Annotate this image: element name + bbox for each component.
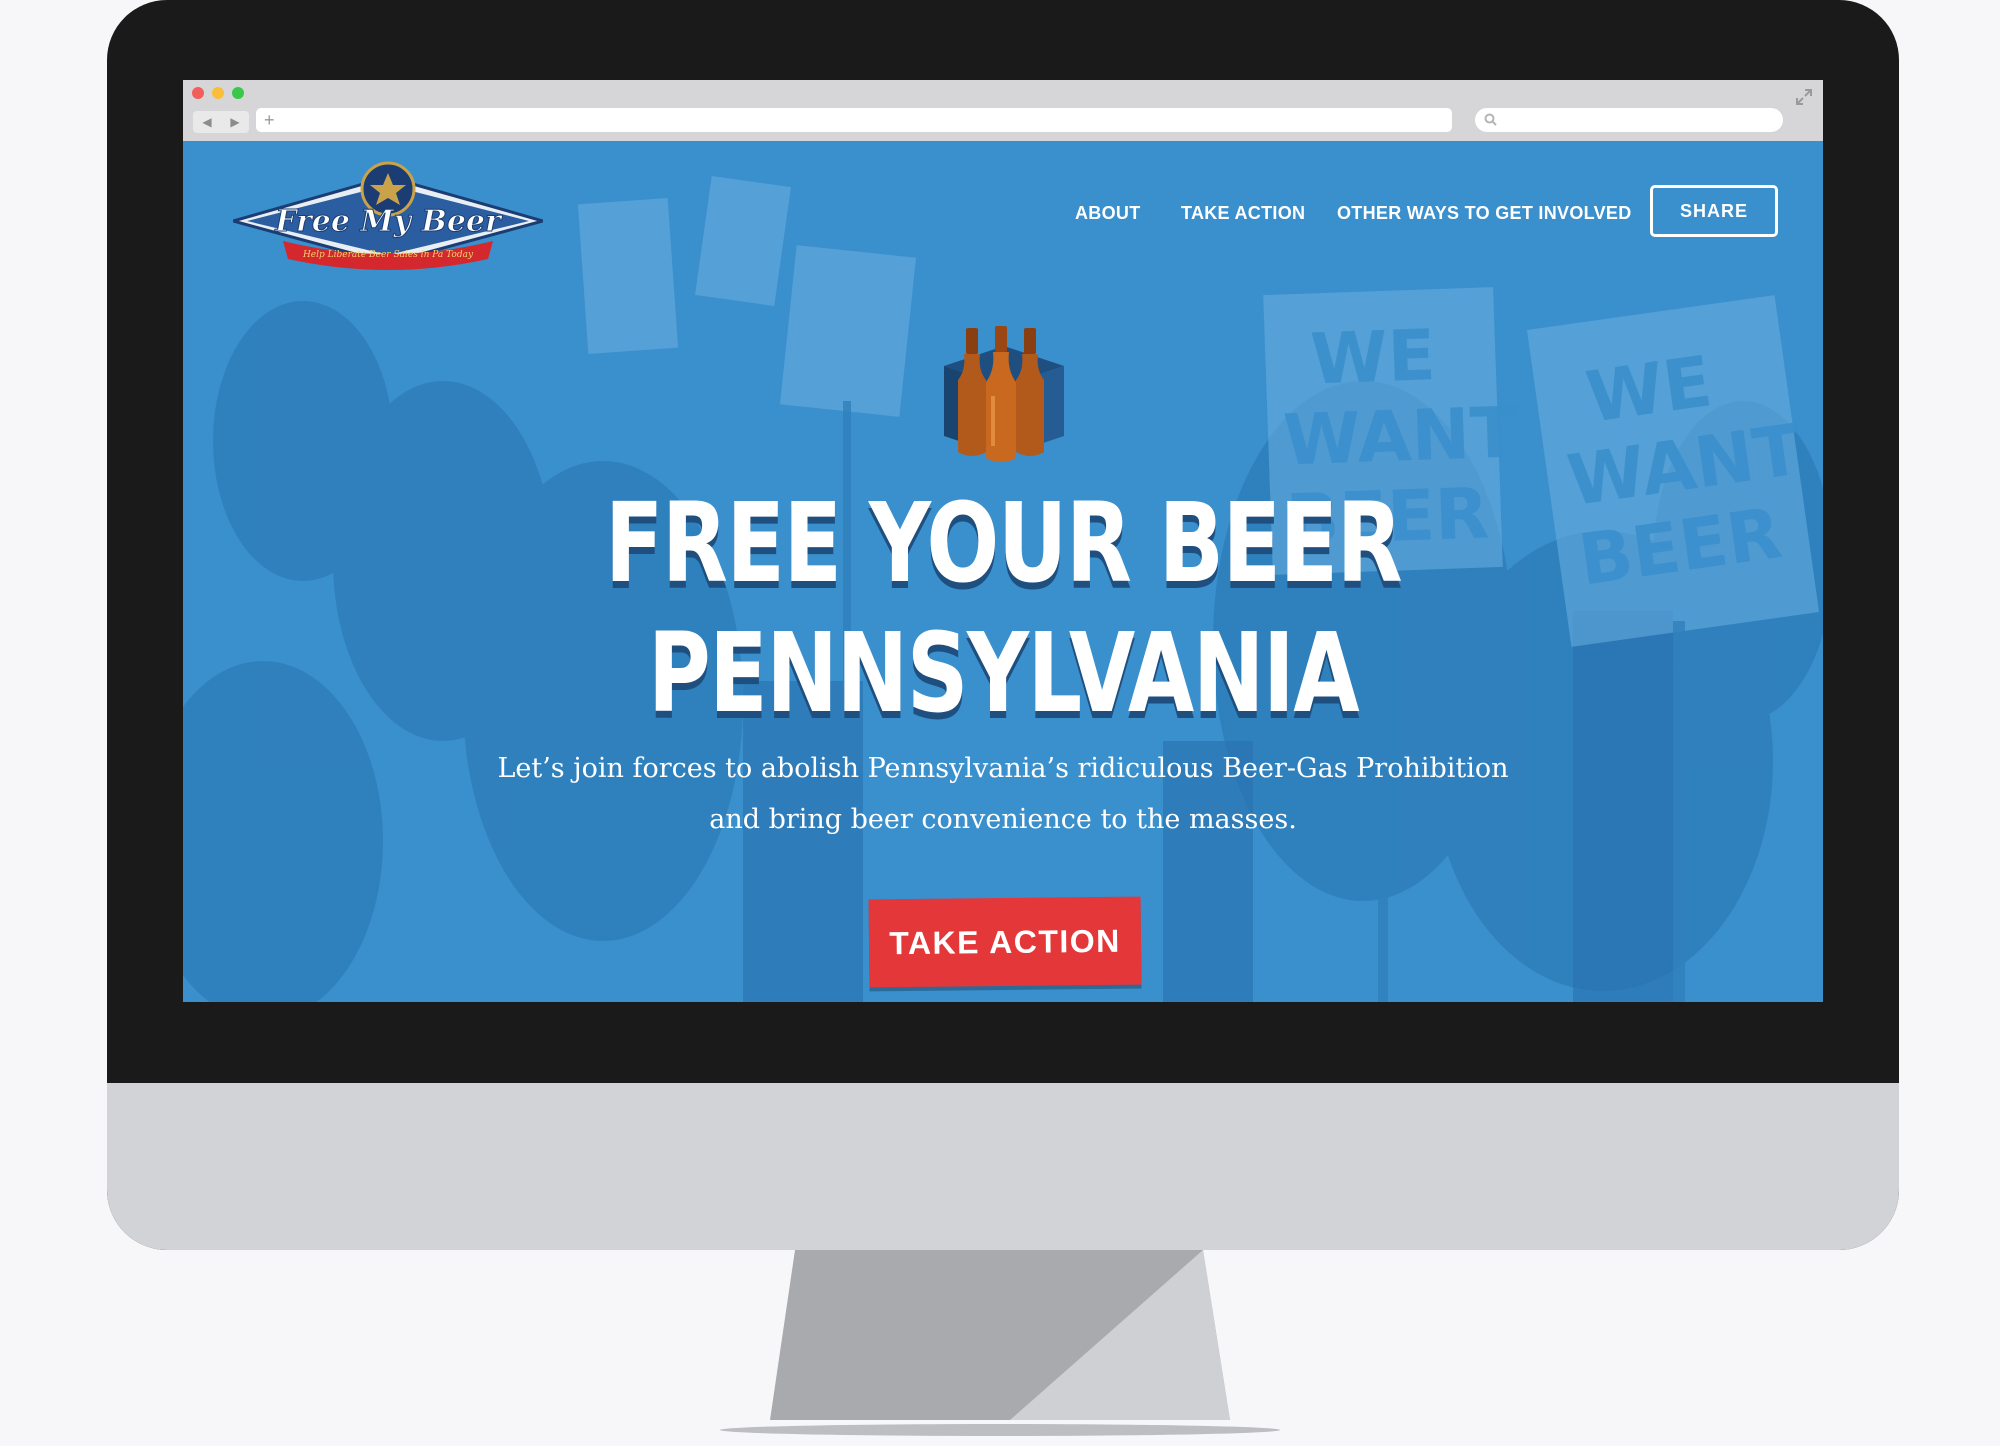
hero-section: WE WANT BEER WE WANT BEER Free My Beer H… <box>183 141 1823 1002</box>
history-nav: ◀ ▶ <box>193 111 249 133</box>
share-button[interactable]: SHARE <box>1650 185 1778 237</box>
hero-subtext-line2: and bring beer convenience to the masses… <box>709 804 1297 835</box>
monitor-chin <box>107 1083 1899 1250</box>
close-window-icon[interactable] <box>192 87 204 99</box>
search-icon <box>1484 113 1497 126</box>
svg-text:WANT: WANT <box>1282 391 1520 481</box>
hero-subtext-line1: Let’s join forces to abolish Pennsylvani… <box>497 753 1509 784</box>
svg-text:WE: WE <box>1309 314 1437 400</box>
beer-bottles-icon <box>944 326 1064 462</box>
forward-arrow-icon[interactable]: ▶ <box>230 115 239 129</box>
main-nav: ABOUT TAKE ACTION OTHER WAYS TO GET INVO… <box>183 185 1823 245</box>
fullscreen-icon[interactable] <box>1795 88 1813 106</box>
svg-text:Help Liberate Beer Sales in Pa: Help Liberate Beer Sales in Pa Today <box>302 250 474 260</box>
take-action-button[interactable]: TAKE ACTION <box>868 896 1142 988</box>
nav-take-action[interactable]: TAKE ACTION <box>1181 203 1305 224</box>
browser-window: ◀ ▶ + WE WANT BEER WE WANT BEER Free My … <box>183 80 1823 1002</box>
maximize-window-icon[interactable] <box>232 87 244 99</box>
hero-headline-line1: FREE YOUR BEER <box>604 479 1403 607</box>
minimize-window-icon[interactable] <box>212 87 224 99</box>
hero-headline-line2: PENNSYLVANIA <box>647 609 1360 737</box>
back-arrow-icon[interactable]: ◀ <box>202 115 211 129</box>
nav-other-ways[interactable]: OTHER WAYS TO GET INVOLVED <box>1337 203 1632 224</box>
nav-about[interactable]: ABOUT <box>1075 203 1141 224</box>
new-tab-icon[interactable]: + <box>264 109 275 131</box>
address-bar[interactable]: + <box>256 108 1452 132</box>
browser-search-input[interactable] <box>1475 108 1783 132</box>
browser-toolbar: ◀ ▶ + <box>183 80 1823 141</box>
